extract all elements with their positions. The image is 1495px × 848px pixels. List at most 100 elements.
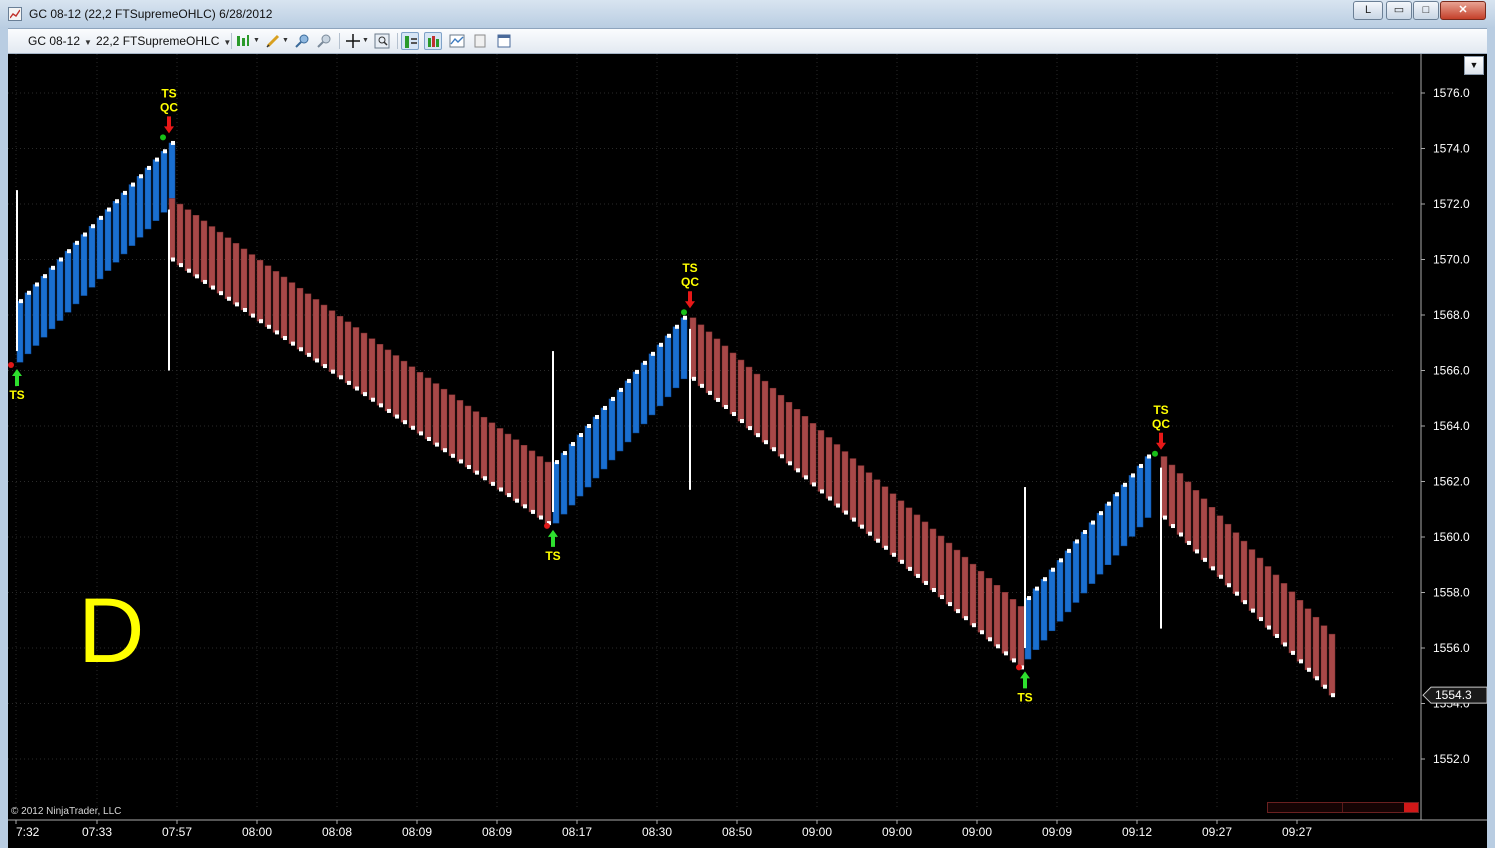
window-linking-icon[interactable]	[495, 32, 513, 50]
close-tick	[443, 448, 447, 453]
close-tick	[195, 274, 199, 279]
up-bar	[96, 217, 104, 280]
down-bar	[336, 315, 344, 378]
scrollbar-thumb[interactable]	[1404, 803, 1418, 812]
down-bar	[488, 422, 496, 485]
y-tick-label: 1566.0	[1433, 364, 1470, 378]
bar-type-selector[interactable]: 22,2 FTSupremeOHLC ▼	[96, 34, 231, 48]
close-tick	[1283, 642, 1287, 647]
close-tick	[499, 487, 503, 492]
window-frame-right	[1487, 28, 1495, 848]
x-tick-label: 7:32	[16, 825, 40, 839]
up-bar	[1112, 494, 1120, 556]
down-bar	[272, 271, 280, 333]
reversal-wick	[16, 190, 18, 352]
signal-label: TS	[682, 261, 697, 275]
bar-style-icon[interactable]	[234, 32, 252, 50]
close-tick	[147, 165, 151, 170]
x-tick-label: 08:00	[242, 825, 272, 839]
long-entry-arrow: TS	[544, 522, 561, 563]
down-bar	[985, 577, 993, 640]
close-tick	[419, 431, 423, 436]
close-tick	[187, 268, 191, 273]
up-bar	[48, 267, 56, 330]
close-tick	[507, 493, 511, 498]
minimize-button[interactable]: ▭	[1386, 1, 1412, 20]
close-tick	[403, 420, 407, 425]
close-tick	[812, 482, 816, 487]
chart-properties-icon[interactable]	[448, 32, 466, 50]
x-tick-label: 09:12	[1122, 825, 1152, 839]
close-tick	[1027, 596, 1031, 601]
chevron-down-icon[interactable]: ▼	[362, 37, 369, 44]
zoom-in-icon[interactable]	[293, 32, 311, 50]
short-entry-arrow: TSQC	[160, 86, 178, 141]
magnifier-icon[interactable]	[373, 32, 391, 50]
close-tick	[363, 392, 367, 397]
down-bar	[544, 461, 552, 524]
up-bar	[624, 380, 632, 443]
close-tick	[1187, 540, 1191, 545]
close-tick	[788, 461, 792, 466]
up-bar	[1128, 475, 1136, 537]
window-frame-left	[0, 28, 8, 848]
x-tick-label: 07:33	[82, 825, 112, 839]
maximize-button[interactable]: □	[1413, 1, 1439, 20]
close-tick	[828, 496, 832, 501]
close-tick	[844, 510, 848, 515]
layout-button[interactable]: L	[1353, 1, 1383, 20]
signal-label: QC	[1152, 417, 1170, 431]
zoom-out-icon[interactable]	[315, 32, 333, 50]
down-bar	[1240, 540, 1248, 603]
close-tick	[876, 538, 880, 543]
up-bar	[560, 452, 568, 515]
close-tick	[123, 190, 127, 195]
indicators-icon[interactable]	[424, 32, 442, 50]
close-button[interactable]: ✕	[1440, 1, 1486, 20]
down-bar	[288, 282, 296, 344]
up-bar	[584, 425, 592, 488]
instrument-selector[interactable]: GC 08-12 ▼	[28, 34, 92, 48]
x-tick-label: 08:50	[722, 825, 752, 839]
reversal-wick	[168, 209, 170, 371]
chevron-down-icon[interactable]: ▼	[282, 37, 289, 44]
close-tick	[91, 224, 95, 229]
close-tick	[1179, 532, 1183, 537]
data-box-icon[interactable]	[401, 32, 419, 50]
down-bar	[945, 542, 953, 605]
down-bar	[937, 535, 945, 598]
crosshair-icon[interactable]	[344, 32, 362, 50]
close-tick	[1275, 633, 1279, 638]
close-tick	[1012, 658, 1016, 663]
close-tick	[908, 566, 912, 571]
down-bar	[793, 409, 801, 471]
close-tick	[67, 249, 71, 254]
down-bar	[184, 209, 192, 271]
down-bar	[280, 276, 288, 339]
down-bar	[456, 400, 464, 462]
price-chart[interactable]: TSTSQCTSTSQCTSTSQC 1552.01554.01556.0155…	[8, 54, 1487, 848]
y-tick-label: 1572.0	[1433, 197, 1470, 211]
down-bar	[192, 215, 200, 277]
close-tick	[748, 426, 752, 431]
down-bar	[889, 493, 897, 556]
down-bar	[1224, 523, 1232, 586]
panel-dropdown-button[interactable]: ▼	[1464, 56, 1484, 75]
horizontal-scrollbar[interactable]	[1267, 802, 1419, 813]
close-tick	[411, 425, 415, 430]
close-tick	[483, 476, 487, 481]
template-icon[interactable]	[471, 32, 489, 50]
up-bar	[1096, 512, 1104, 575]
chevron-down-icon[interactable]: ▼	[253, 37, 260, 44]
x-tick-label: 09:09	[1042, 825, 1072, 839]
close-tick	[1227, 583, 1231, 588]
close-tick	[692, 376, 696, 381]
close-tick	[467, 465, 471, 470]
drawing-pencil-icon[interactable]	[264, 32, 282, 50]
down-bar	[833, 444, 841, 506]
close-tick	[756, 433, 760, 438]
down-bar	[240, 248, 248, 311]
close-tick	[708, 390, 712, 395]
close-tick	[1203, 557, 1207, 562]
close-tick	[1051, 567, 1055, 572]
